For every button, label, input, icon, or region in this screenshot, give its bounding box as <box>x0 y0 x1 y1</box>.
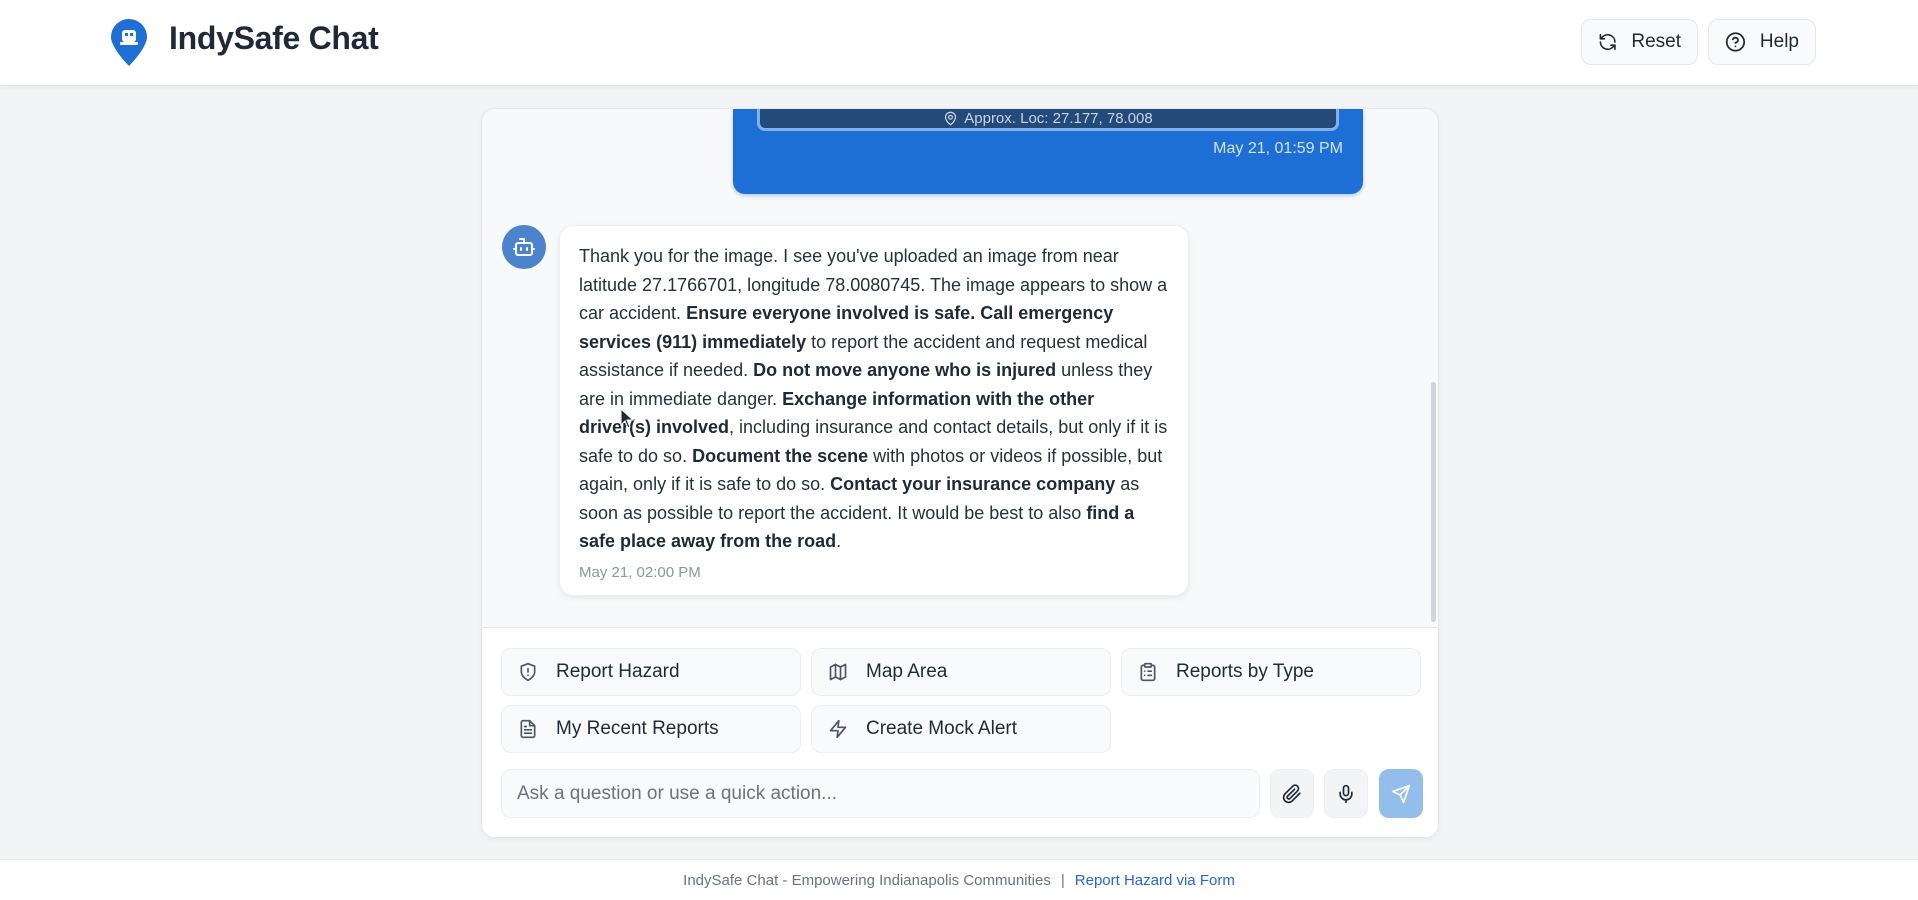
my-recent-reports-button[interactable]: My Recent Reports <box>501 705 801 753</box>
message-scrollbar[interactable] <box>1431 382 1436 622</box>
page-footer: IndySafe Chat - Empowering Indianapolis … <box>0 859 1918 900</box>
paperclip-icon <box>1282 783 1301 803</box>
create-mock-alert-label: Create Mock Alert <box>866 718 1017 739</box>
send-icon <box>1391 784 1411 803</box>
attach-button[interactable] <box>1270 769 1314 818</box>
reports-by-type-label: Reports by Type <box>1176 661 1315 682</box>
bot-message-emphasis: Contact your insurance company <box>830 474 1116 494</box>
message-list: Approx. Loc: 27.177, 78.008 May 21, 01:5… <box>482 109 1438 627</box>
composer-area: Report Hazard Map Area Reports by Type M… <box>482 627 1438 837</box>
bot-icon <box>513 238 535 256</box>
logo-pin-icon <box>111 19 147 66</box>
mouse-cursor-icon <box>620 408 635 429</box>
map-area-label: Map Area <box>866 661 948 682</box>
user-message-time: May 21, 01:59 PM <box>1213 140 1343 157</box>
create-mock-alert-button[interactable]: Create Mock Alert <box>811 705 1111 753</box>
map-area-button[interactable]: Map Area <box>811 648 1111 696</box>
microphone-button[interactable] <box>1324 769 1368 818</box>
footer-text: IndySafe Chat - Empowering Indianapolis … <box>683 871 1051 889</box>
zap-icon <box>829 719 847 739</box>
bot-avatar <box>502 225 546 269</box>
report-hazard-form-link[interactable]: Report Hazard via Form <box>1075 872 1235 889</box>
file-text-icon <box>520 719 536 739</box>
help-circle-icon <box>1725 32 1746 52</box>
my-recent-reports-label: My Recent Reports <box>556 718 719 739</box>
bot-message-time: May 21, 02:00 PM <box>579 563 701 581</box>
chat-card: Approx. Loc: 27.177, 78.008 May 21, 01:5… <box>481 108 1439 838</box>
reset-button[interactable]: Reset <box>1581 19 1698 65</box>
bot-message-text: Thank you for the image. I see you've up… <box>579 242 1169 556</box>
help-label: Help <box>1759 31 1799 52</box>
send-button[interactable] <box>1379 769 1423 818</box>
app-header: IndySafe Chat Reset Help <box>0 0 1918 86</box>
bot-message-emphasis: Document the scene <box>692 445 869 466</box>
shield-alert-icon <box>520 662 536 682</box>
bot-message-bubble: Thank you for the image. I see you've up… <box>559 225 1189 596</box>
help-button[interactable]: Help <box>1708 19 1816 65</box>
footer-separator: | <box>1060 871 1065 889</box>
app-title: IndySafe Chat <box>169 20 379 56</box>
message-input-wrapper <box>501 769 1260 818</box>
reports-by-type-button[interactable]: Reports by Type <box>1121 648 1421 696</box>
reset-label: Reset <box>1631 31 1681 52</box>
refresh-icon <box>1599 33 1616 51</box>
clipboard-list-icon <box>1140 662 1156 682</box>
message-input[interactable] <box>502 770 1259 817</box>
microphone-icon <box>1339 784 1353 803</box>
bot-message-emphasis: Do not move anyone who is injured <box>753 360 1057 380</box>
uploaded-image[interactable]: Approx. Loc: 27.177, 78.008 <box>757 109 1339 131</box>
bot-message-segment: . <box>836 531 842 551</box>
map-pin-icon <box>945 111 957 126</box>
report-hazard-button[interactable]: Report Hazard <box>501 648 801 696</box>
map-icon <box>829 663 847 681</box>
user-message-bubble: Approx. Loc: 27.177, 78.008 May 21, 01:5… <box>733 109 1363 194</box>
image-location-label: Approx. Loc: 27.177, 78.008 <box>964 110 1153 127</box>
report-hazard-label: Report Hazard <box>556 661 680 682</box>
